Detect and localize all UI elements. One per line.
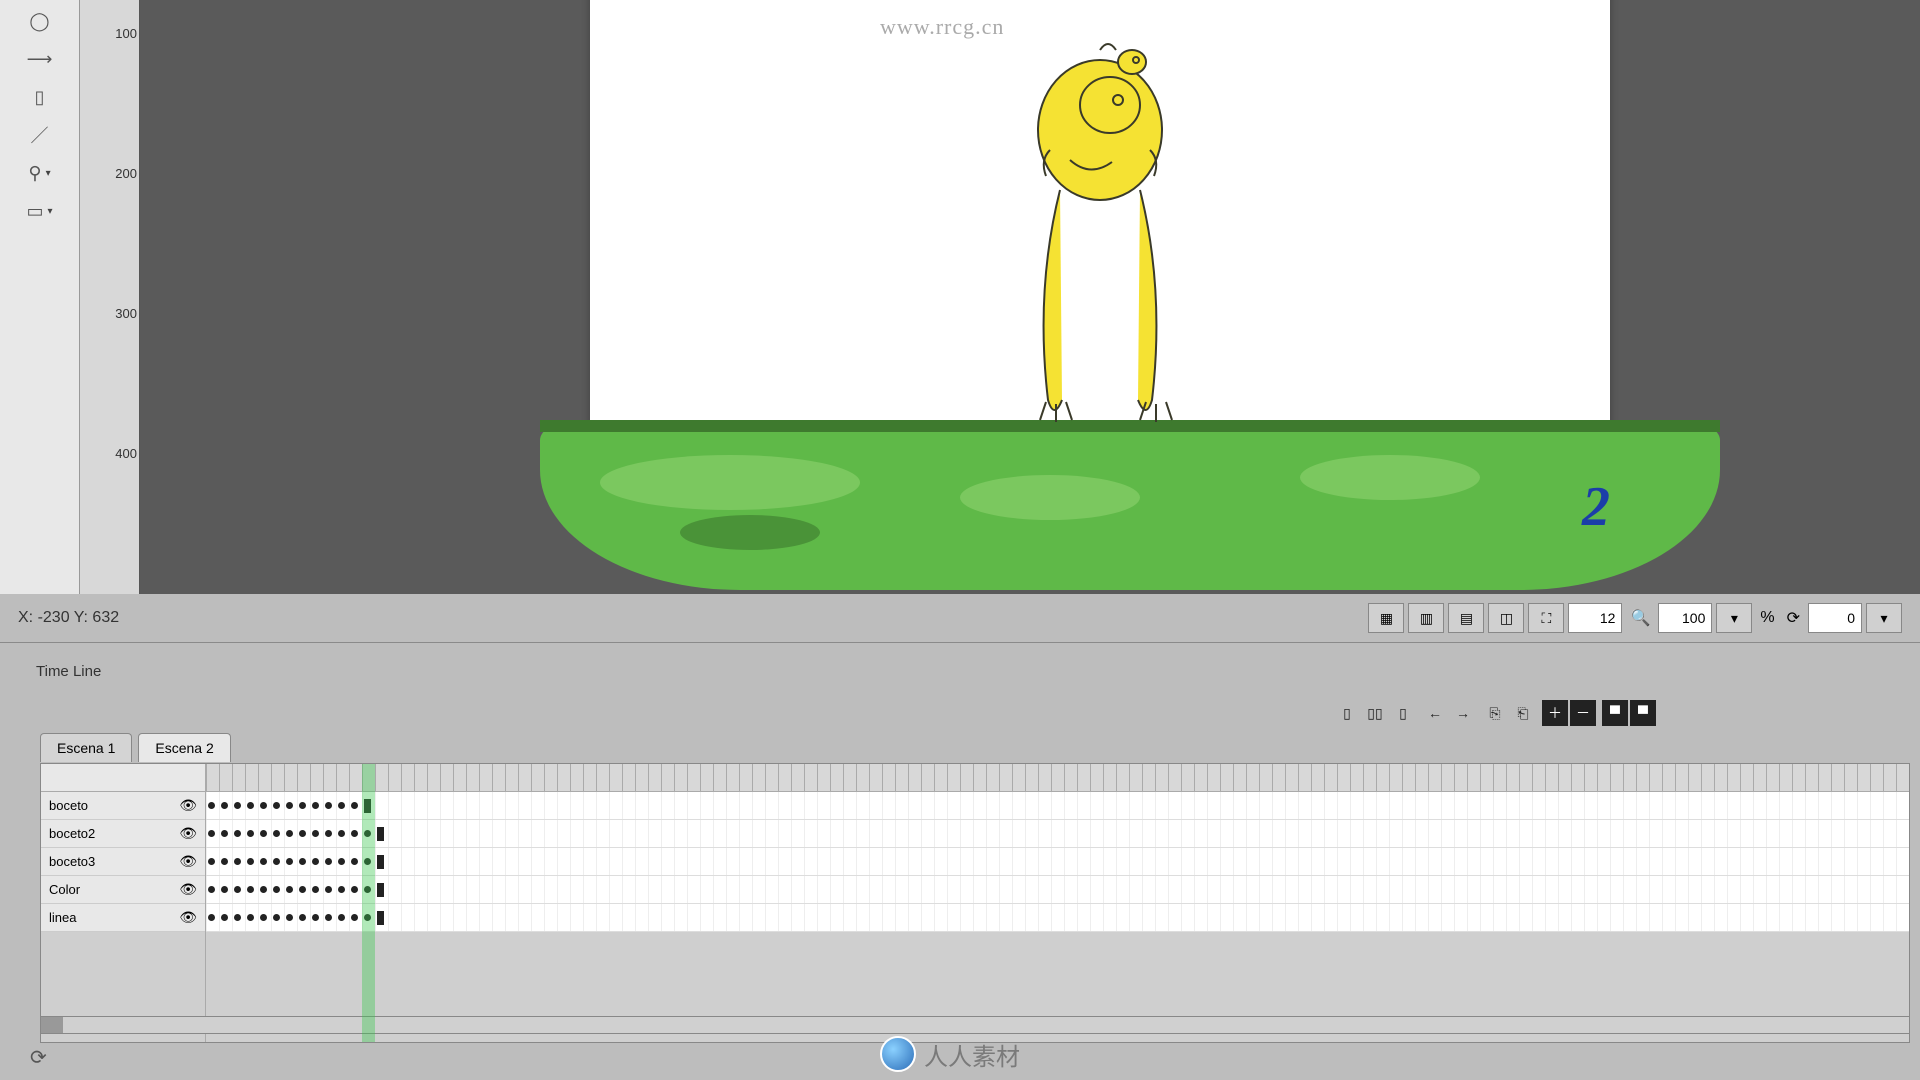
prev-frame-icon[interactable]: ← bbox=[1422, 700, 1448, 726]
rotate-icon: ⟳ bbox=[1783, 608, 1804, 628]
layer-column: boceto 👁 boceto2 👁 boceto3 👁 Color 👁 lin… bbox=[41, 764, 206, 1042]
scene-tabs: Escena 1 Escena 2 bbox=[40, 733, 231, 762]
folder-open-icon[interactable]: ▀ bbox=[1602, 700, 1628, 726]
layer-row[interactable]: Color 👁 bbox=[41, 876, 205, 904]
zoom-tool-icon[interactable]: ⚲ bbox=[22, 156, 58, 190]
footer-logo: 人人素材 bbox=[880, 1036, 1020, 1072]
frame-row[interactable] bbox=[206, 792, 1909, 820]
frame-row[interactable] bbox=[206, 848, 1909, 876]
fullscreen-icon[interactable]: ⛶ bbox=[1528, 603, 1564, 633]
drawing-character bbox=[1000, 30, 1200, 430]
timeline-toolbar: ▯ ▯▯ ▯ ← → ⎘ ⎗ ＋ － ▀ ▀ bbox=[0, 693, 1920, 733]
footer-logo-text: 人人素材 bbox=[924, 1037, 1020, 1072]
del-frame-icon[interactable]: ▯ bbox=[1390, 700, 1416, 726]
timeline-scrollbar[interactable] bbox=[40, 1016, 1910, 1034]
bucket-tool-icon[interactable]: ▯ bbox=[22, 80, 58, 114]
frame-row[interactable] bbox=[206, 876, 1909, 904]
zoom-input[interactable] bbox=[1658, 603, 1712, 633]
ruler-tick: 400 bbox=[115, 446, 137, 461]
layer-name: boceto2 bbox=[49, 826, 95, 841]
timeline-panel: Time Line ▯ ▯▯ ▯ ← → ⎘ ⎗ ＋ － ▀ ▀ Escena … bbox=[0, 642, 1920, 1080]
drawing-ground: 2 bbox=[540, 420, 1720, 590]
layer-row[interactable]: boceto3 👁 bbox=[41, 848, 205, 876]
rotation-input[interactable] bbox=[1808, 603, 1862, 633]
paste-frame-icon[interactable]: ⎗ bbox=[1510, 700, 1536, 726]
canvas-viewport[interactable]: www.rrcg.cn 2 bbox=[140, 0, 1920, 594]
grid-view2-icon[interactable]: ▥ bbox=[1408, 603, 1444, 633]
visibility-eye-icon[interactable]: 👁 bbox=[179, 881, 197, 898]
ruler-tick: 100 bbox=[115, 26, 137, 41]
watermark-url: www.rrcg.cn bbox=[880, 14, 1004, 40]
visibility-eye-icon[interactable]: 👁 bbox=[179, 909, 197, 926]
layer-name: Color bbox=[49, 882, 80, 897]
playhead[interactable] bbox=[362, 764, 375, 1042]
cursor-coordinates: X: -230 Y: 632 bbox=[18, 609, 119, 627]
zoom-out-timeline-icon[interactable]: － bbox=[1570, 700, 1596, 726]
next-frame-icon[interactable]: → bbox=[1450, 700, 1476, 726]
layer-row[interactable]: linea 👁 bbox=[41, 904, 205, 932]
zoom-icon: 🔍 bbox=[1626, 608, 1654, 628]
refresh-icon[interactable]: ⟳ bbox=[30, 1045, 47, 1070]
zoom-in-timeline-icon[interactable]: ＋ bbox=[1542, 700, 1568, 726]
tab-scene1[interactable]: Escena 1 bbox=[40, 733, 132, 762]
zoom-unit: % bbox=[1756, 609, 1778, 627]
lasso-tool-icon[interactable]: ◯ bbox=[22, 4, 58, 38]
tab-scene2[interactable]: Escena 2 bbox=[138, 733, 230, 762]
zoom-dropdown-icon[interactable]: ▾ bbox=[1716, 603, 1752, 633]
frame-ruler[interactable] bbox=[206, 764, 1909, 792]
logo-icon bbox=[880, 1036, 916, 1072]
layer-name: boceto bbox=[49, 798, 88, 813]
ruler-vertical: 100 200 300 400 bbox=[80, 0, 140, 594]
frame-track-area[interactable] bbox=[206, 764, 1909, 1042]
dup-frame-icon[interactable]: ▯▯ bbox=[1362, 700, 1388, 726]
add-frame-icon[interactable]: ▯ bbox=[1334, 700, 1360, 726]
frame-annotation-number: 2 bbox=[1582, 475, 1610, 539]
brush-tool-icon[interactable]: ／ bbox=[22, 118, 58, 152]
rotation-dropdown-icon[interactable]: ▾ bbox=[1866, 603, 1902, 633]
safe-area-icon[interactable]: ◫ bbox=[1488, 603, 1524, 633]
frame-row[interactable] bbox=[206, 904, 1909, 932]
folder-close-icon[interactable]: ▀ bbox=[1630, 700, 1656, 726]
line-tool-icon[interactable]: ⟶ bbox=[22, 42, 58, 76]
timeline-title: Time Line bbox=[36, 663, 101, 680]
timeline-grid: boceto 👁 boceto2 👁 boceto3 👁 Color 👁 lin… bbox=[40, 763, 1910, 1043]
frame-row[interactable] bbox=[206, 820, 1909, 848]
visibility-eye-icon[interactable]: 👁 bbox=[179, 853, 197, 870]
layer-name: linea bbox=[49, 910, 76, 925]
visibility-eye-icon[interactable]: 👁 bbox=[179, 797, 197, 814]
status-bar: X: -230 Y: 632 ▦ ▥ ▤ ◫ ⛶ 🔍 ▾ % ⟳ ▾ bbox=[0, 594, 1920, 642]
scrollbar-thumb[interactable] bbox=[41, 1017, 63, 1033]
grid-view1-icon[interactable]: ▦ bbox=[1368, 603, 1404, 633]
layer-row[interactable]: boceto 👁 bbox=[41, 792, 205, 820]
copy-frame-icon[interactable]: ⎘ bbox=[1482, 700, 1508, 726]
visibility-eye-icon[interactable]: 👁 bbox=[179, 825, 197, 842]
layer-row[interactable]: boceto2 👁 bbox=[41, 820, 205, 848]
grid-view3-icon[interactable]: ▤ bbox=[1448, 603, 1484, 633]
artboard-tool-icon[interactable]: ▭ bbox=[22, 194, 58, 228]
layer-name: boceto3 bbox=[49, 854, 95, 869]
fps-input[interactable] bbox=[1568, 603, 1622, 633]
ruler-tick: 200 bbox=[115, 166, 137, 181]
ruler-tick: 300 bbox=[115, 306, 137, 321]
tool-toolbar: ◯ ⟶ ▯ ／ ⚲ ▭ bbox=[0, 0, 80, 594]
